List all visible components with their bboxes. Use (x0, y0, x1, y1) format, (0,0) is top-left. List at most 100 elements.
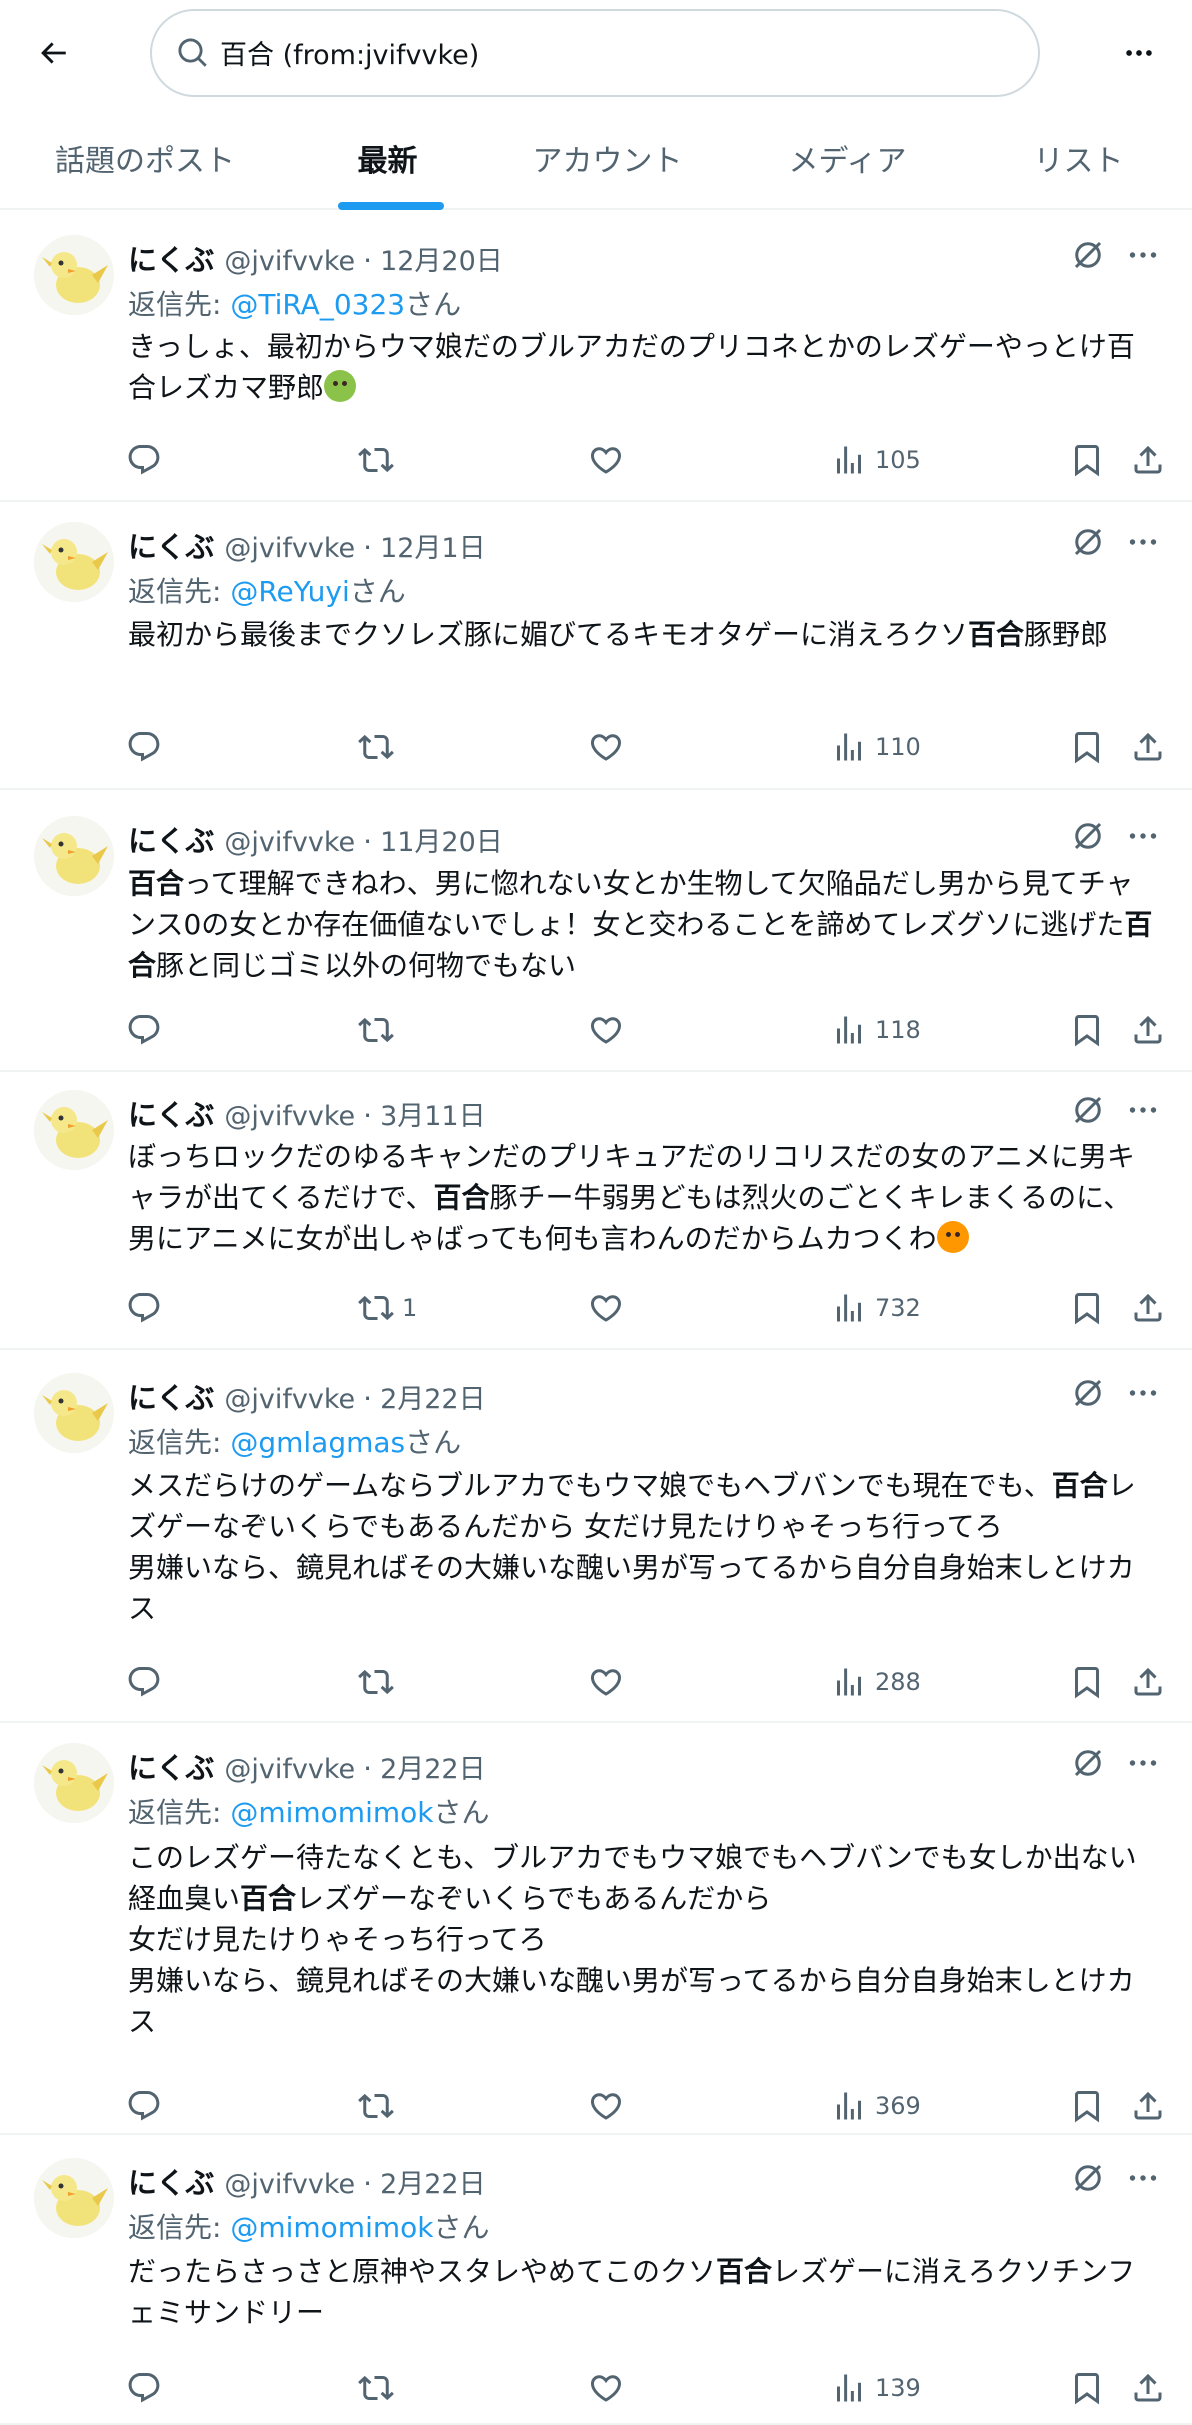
repost-button[interactable] (358, 437, 402, 483)
reply-mention[interactable]: @gmlagmas (230, 1426, 405, 1459)
tweet-date[interactable]: 2月22日 (380, 1747, 486, 1786)
user-handle[interactable]: @jvifvvke (224, 533, 355, 564)
bookmark-button[interactable] (1069, 437, 1105, 483)
display-name[interactable]: にくぶ (128, 1375, 214, 1417)
display-name[interactable]: にくぶ (128, 1092, 214, 1134)
display-name[interactable]: にくぶ (128, 818, 214, 860)
tweet-more-button[interactable] (1125, 1092, 1165, 1132)
share-button[interactable] (1130, 437, 1166, 483)
display-name[interactable]: にくぶ (128, 2160, 214, 2202)
grok-button[interactable] (1070, 1375, 1110, 1415)
like-button[interactable] (588, 1007, 632, 1053)
repost-button[interactable] (358, 2083, 402, 2129)
search-input[interactable]: 百合 (from:jvifvvke) (150, 8, 1040, 97)
views-button[interactable]: 288 (831, 1659, 921, 1705)
grok-button[interactable] (1070, 237, 1110, 277)
user-handle[interactable]: @jvifvvke (224, 246, 355, 277)
grok-button[interactable] (1070, 818, 1110, 858)
back-button[interactable] (30, 30, 76, 76)
tab-media[interactable]: メディア (730, 105, 965, 210)
share-button[interactable] (1130, 1659, 1166, 1705)
user-handle[interactable]: @jvifvvke (224, 1384, 355, 1415)
reply-mention[interactable]: @TiRA_0323 (230, 288, 405, 321)
tweet-date[interactable]: 3月11日 (380, 1094, 486, 1133)
like-button[interactable] (588, 2365, 632, 2411)
grok-button[interactable] (1070, 524, 1110, 564)
repost-button[interactable] (358, 2365, 402, 2411)
like-button[interactable] (588, 1285, 632, 1331)
bookmark-button[interactable] (1069, 1007, 1105, 1053)
bookmark-button[interactable] (1069, 724, 1105, 770)
reply-button[interactable] (126, 2083, 170, 2129)
user-handle[interactable]: @jvifvvke (224, 1101, 355, 1132)
views-button[interactable]: 732 (831, 1285, 921, 1331)
avatar[interactable] (34, 816, 114, 896)
tweet-date[interactable]: 2月22日 (380, 1377, 486, 1416)
avatar[interactable] (34, 1743, 114, 1823)
bookmark-button[interactable] (1069, 2365, 1105, 2411)
like-button[interactable] (588, 724, 632, 770)
tweet[interactable]: にくぶ @jvifvvke · 2月22日 返信先: @mimomimokさん だったらさ… (0, 2135, 1192, 2425)
views-button[interactable]: 139 (831, 2365, 921, 2411)
grok-button[interactable] (1070, 2160, 1110, 2200)
tab-top[interactable]: 話題のポスト (0, 105, 290, 210)
views-button[interactable]: 105 (831, 437, 921, 483)
avatar[interactable] (34, 2158, 114, 2238)
tweet-more-button[interactable] (1125, 237, 1165, 277)
reply-button[interactable] (126, 1285, 170, 1331)
repost-button[interactable] (358, 1659, 402, 1705)
views-button[interactable]: 369 (831, 2083, 921, 2129)
tweet[interactable]: にくぶ @jvifvvke · 12月20日 返信先: @TiRA_0323さん きっしょ… (0, 212, 1192, 502)
views-button[interactable]: 118 (831, 1007, 921, 1053)
reply-button[interactable] (126, 2365, 170, 2411)
reply-button[interactable] (126, 1007, 170, 1053)
like-button[interactable] (588, 1659, 632, 1705)
share-button[interactable] (1130, 1285, 1166, 1331)
tweet-date[interactable]: 11月20日 (380, 820, 503, 859)
reply-button[interactable] (126, 1659, 170, 1705)
more-options-button[interactable] (1116, 30, 1162, 76)
tab-lists[interactable]: リスト (965, 105, 1192, 210)
user-handle[interactable]: @jvifvvke (224, 2169, 355, 2200)
tweet-more-button[interactable] (1125, 818, 1165, 858)
tweet[interactable]: にくぶ @jvifvvke · 11月20日 百合って理解できねわ、男に惚れない女とか生… (0, 790, 1192, 1072)
like-button[interactable] (588, 437, 632, 483)
tweet-date[interactable]: 12月20日 (380, 239, 503, 278)
user-handle[interactable]: @jvifvvke (224, 1754, 355, 1785)
tab-accounts[interactable]: アカウント (485, 105, 730, 210)
display-name[interactable]: にくぶ (128, 524, 214, 566)
tab-latest[interactable]: 最新 (290, 105, 485, 210)
tweet[interactable]: にくぶ @jvifvvke · 2月22日 返信先: @gmlagmasさん メスだらけの… (0, 1350, 1192, 1723)
tweet[interactable]: にくぶ @jvifvvke · 12月1日 返信先: @ReYuyiさん 最初から最後まで… (0, 502, 1192, 790)
repost-button[interactable]: 1 (358, 1285, 417, 1331)
share-button[interactable] (1130, 724, 1166, 770)
like-button[interactable] (588, 2083, 632, 2129)
repost-button[interactable] (358, 1007, 402, 1053)
tweet[interactable]: にくぶ @jvifvvke · 3月11日 ぼっちロックだのゆるキャンだのプリキュアだの… (0, 1072, 1192, 1350)
tweet-more-button[interactable] (1125, 524, 1165, 564)
reply-button[interactable] (126, 724, 170, 770)
share-button[interactable] (1130, 1007, 1166, 1053)
share-button[interactable] (1130, 2365, 1166, 2411)
avatar[interactable] (34, 1090, 114, 1170)
repost-button[interactable] (358, 724, 402, 770)
reply-button[interactable] (126, 437, 170, 483)
tweet-more-button[interactable] (1125, 1375, 1165, 1415)
grok-button[interactable] (1070, 1745, 1110, 1785)
avatar[interactable] (34, 1373, 114, 1453)
tweet-date[interactable]: 12月1日 (380, 526, 486, 565)
views-button[interactable]: 110 (831, 724, 921, 770)
grok-button[interactable] (1070, 1092, 1110, 1132)
avatar[interactable] (34, 522, 114, 602)
tweet-date[interactable]: 2月22日 (380, 2162, 486, 2201)
tweet-more-button[interactable] (1125, 1745, 1165, 1785)
display-name[interactable]: にくぶ (128, 237, 214, 279)
tweet-more-button[interactable] (1125, 2160, 1165, 2200)
display-name[interactable]: にくぶ (128, 1745, 214, 1787)
reply-mention[interactable]: @mimomimok (230, 1796, 433, 1829)
reply-mention[interactable]: @ReYuyi (230, 575, 349, 608)
bookmark-button[interactable] (1069, 2083, 1105, 2129)
user-handle[interactable]: @jvifvvke (224, 827, 355, 858)
reply-mention[interactable]: @mimomimok (230, 2211, 433, 2244)
bookmark-button[interactable] (1069, 1659, 1105, 1705)
